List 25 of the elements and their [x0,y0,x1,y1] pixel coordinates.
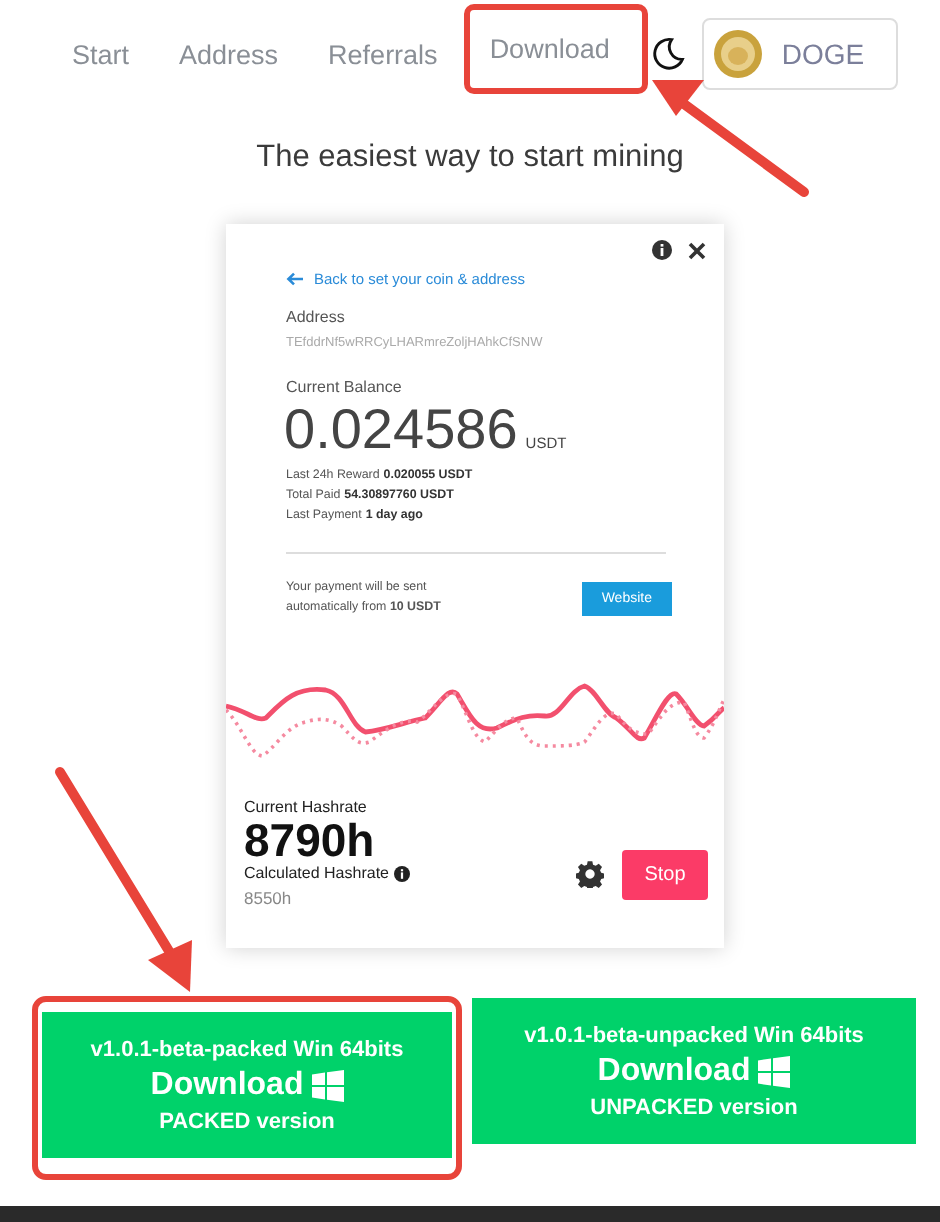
coin-selector[interactable]: DOGE [701,18,899,90]
download-button[interactable]: v1.0.1-beta-packed Win 64bits Download PACKED version [42,1012,452,1158]
balance-label: Current Balance [284,378,404,396]
windows-logo-icon [758,1055,791,1087]
hashrate-value: 8790h [244,816,377,864]
page-heading: The easiest way to start mining [254,140,686,176]
address-label: Address [284,308,347,326]
hashrate-label: Current Hashrate [244,798,369,816]
info-icon[interactable] [394,865,411,881]
nav-link[interactable]: Start [48,21,154,87]
nav-link[interactable]: Address [155,21,303,87]
stop-button[interactable]: Stop [622,850,708,900]
windows-logo-icon [311,1069,344,1101]
download-button[interactable]: v1.0.1-beta-unpacked Win 64bits Download UNPACKED version [472,998,916,1144]
info-icon[interactable] [652,240,672,260]
moon-icon[interactable] [649,36,686,72]
balance-value: 0.024586 [284,398,518,462]
calculated-label: Calculated Hashrate [244,864,389,882]
coin-icon [713,30,762,78]
calculated-value: 8550h [244,888,294,908]
nav-link[interactable]: Download [463,3,648,93]
back-arrow-icon [286,272,304,286]
settings-icon[interactable] [576,860,604,888]
close-icon[interactable] [688,241,706,259]
nav-link[interactable]: Referrals [304,21,462,87]
